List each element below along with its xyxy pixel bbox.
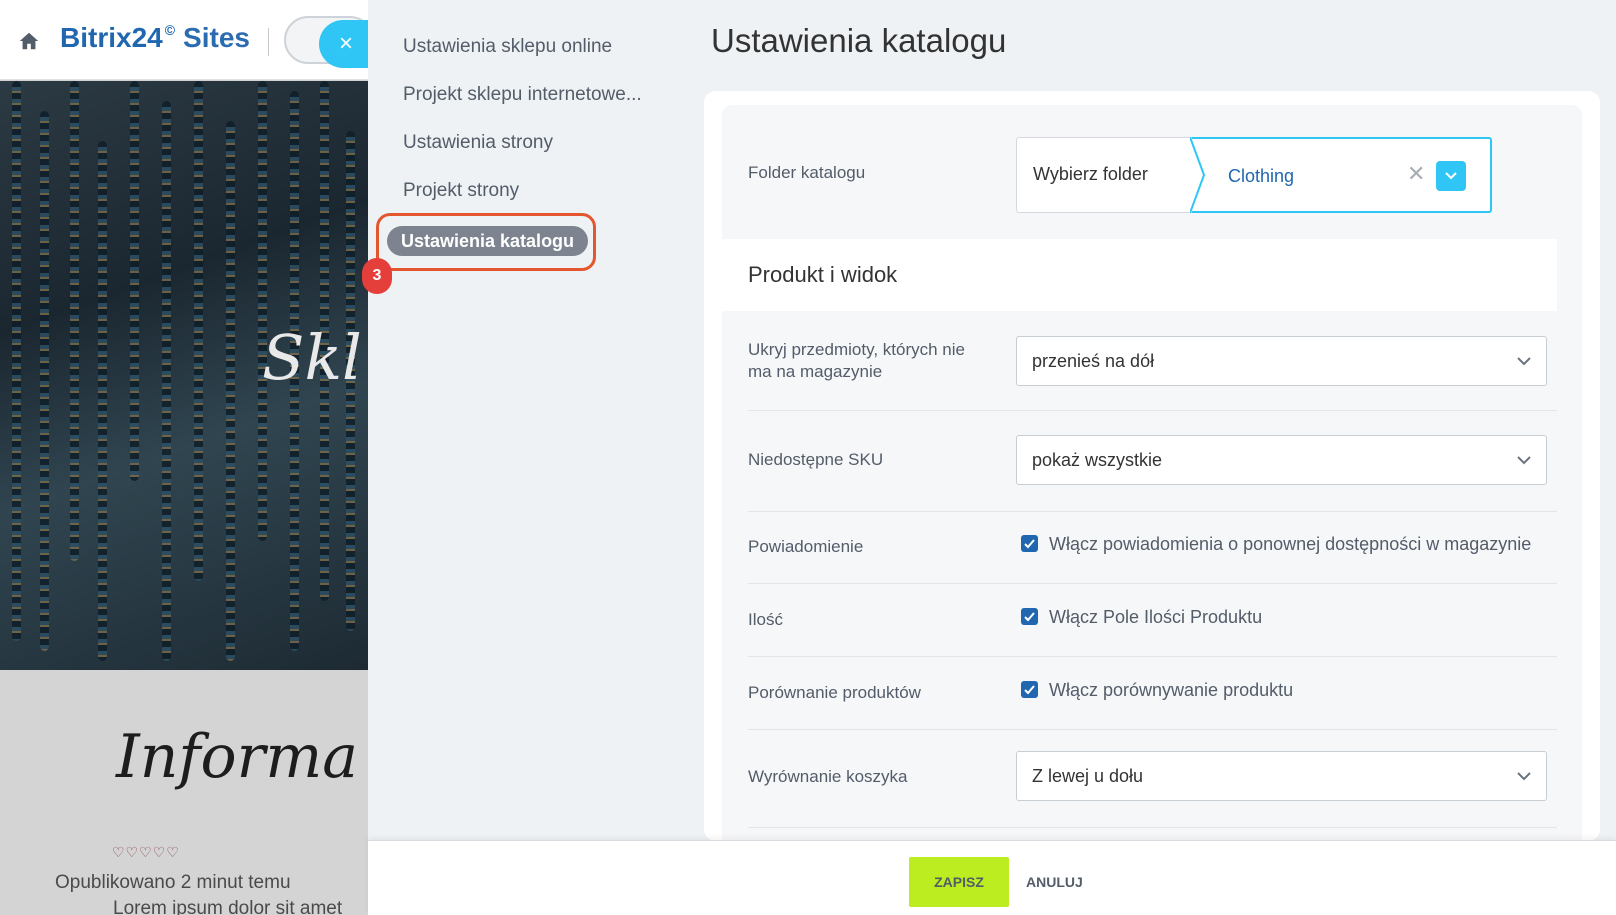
compare-checkbox[interactable] bbox=[1021, 681, 1038, 698]
row-divider bbox=[748, 729, 1557, 730]
row-divider bbox=[748, 511, 1557, 512]
menu-item-page-settings[interactable]: Ustawienia strony bbox=[403, 132, 553, 154]
settings-menu: Ustawienia sklepu online Projekt sklepu … bbox=[362, 0, 688, 840]
footer-bar: ZAPISZ ANULUJ bbox=[368, 840, 1616, 915]
cancel-button[interactable]: ANULUJ bbox=[1026, 874, 1083, 890]
settings-slider: Ustawienia sklepu online Projekt sklepu … bbox=[362, 0, 1616, 915]
row-divider bbox=[748, 656, 1557, 657]
close-icon: × bbox=[338, 30, 353, 57]
chip-arrow-shape bbox=[1190, 137, 1206, 213]
info-heading: Informa bbox=[116, 722, 359, 792]
cart-align-value: Z lewej u dołu bbox=[1032, 766, 1144, 786]
cart-align-label: Wyrównanie koszyka bbox=[748, 767, 908, 786]
close-slider-button[interactable]: × bbox=[319, 20, 373, 68]
brand-mark: © bbox=[164, 22, 176, 38]
folder-value-chip[interactable]: Clothing ✕ bbox=[1190, 137, 1492, 213]
row-divider bbox=[748, 410, 1557, 411]
choose-folder-button[interactable]: Wybierz folder bbox=[1033, 164, 1148, 185]
save-button[interactable]: ZAPISZ bbox=[909, 857, 1009, 907]
sku-select[interactable]: pokaż wszystkie bbox=[1016, 435, 1547, 485]
row-divider bbox=[748, 827, 1557, 828]
quantity-checkbox-label: Włącz Pole Ilości Produktu bbox=[1049, 607, 1263, 627]
chevron-down-icon bbox=[1517, 357, 1531, 366]
page-title: Ustawienia katalogu bbox=[711, 22, 1007, 59]
settings-form-card: Folder katalogu Wybierz folder Clothing … bbox=[704, 91, 1600, 841]
menu-item-catalog-settings[interactable]: Ustawienia katalogu bbox=[387, 226, 589, 256]
hero-title: Skl bbox=[262, 321, 362, 394]
check-icon bbox=[1024, 612, 1035, 622]
quantity-label: Ilość bbox=[748, 610, 783, 629]
notification-checkbox[interactable] bbox=[1021, 535, 1038, 552]
brand-name: Bitrix24 bbox=[60, 22, 163, 53]
row-divider bbox=[748, 583, 1557, 584]
sku-value: pokaż wszystkie bbox=[1032, 450, 1163, 470]
brand-product: Sites bbox=[183, 22, 250, 53]
published-text: Opublikowano 2 minut temu bbox=[55, 872, 291, 893]
clear-icon[interactable]: ✕ bbox=[1407, 161, 1425, 187]
sku-label: Niedostępne SKU bbox=[748, 450, 884, 469]
hero-image: Skl bbox=[0, 81, 368, 670]
step-badge: 3 bbox=[362, 258, 392, 294]
menu-item-store-settings[interactable]: Ustawienia sklepu online bbox=[403, 36, 612, 58]
hide-items-value: przenieś na dół bbox=[1032, 351, 1155, 371]
section-header: Produkt i widok bbox=[722, 239, 1557, 311]
hide-items-label: Ukryj przedmioty, których nie ma na maga… bbox=[748, 340, 965, 381]
brand-logo: Bitrix24 © Sites bbox=[60, 22, 250, 54]
menu-item-store-design[interactable]: Projekt sklepu internetowe... bbox=[403, 84, 642, 106]
notification-label: Powiadomienie bbox=[748, 537, 864, 556]
folder-dropdown-button[interactable] bbox=[1436, 161, 1466, 191]
folder-picker[interactable]: Wybierz folder Clothing ✕ bbox=[1016, 137, 1492, 213]
cart-align-select[interactable]: Z lewej u dołu bbox=[1016, 751, 1547, 801]
lorem-text: Lorem ipsum dolor sit amet bbox=[113, 898, 343, 915]
notification-checkbox-label: Włącz powiadomienia o ponownej dostępnoś… bbox=[1049, 534, 1532, 554]
chevron-down-icon bbox=[1445, 172, 1457, 180]
compare-label: Porównanie produktów bbox=[748, 683, 921, 702]
check-icon bbox=[1024, 685, 1035, 695]
settings-form: Folder katalogu Wybierz folder Clothing … bbox=[722, 105, 1582, 841]
folder-label: Folder katalogu bbox=[748, 163, 866, 182]
menu-item-page-design[interactable]: Projekt strony bbox=[403, 180, 519, 202]
hide-items-select[interactable]: przenieś na dół bbox=[1016, 336, 1547, 386]
check-icon bbox=[1024, 539, 1035, 549]
chevron-down-icon bbox=[1517, 772, 1531, 781]
quantity-checkbox[interactable] bbox=[1021, 608, 1038, 625]
chevron-down-icon bbox=[1517, 456, 1531, 465]
compare-checkbox-label: Włącz porównywanie produktu bbox=[1049, 680, 1294, 700]
folder-value: Clothing bbox=[1228, 166, 1295, 186]
hearts-icon: ♡♡♡♡♡ bbox=[112, 844, 180, 860]
topbar-divider bbox=[268, 28, 269, 56]
home-icon[interactable] bbox=[18, 30, 40, 52]
section-title: Produkt i widok bbox=[748, 262, 898, 287]
